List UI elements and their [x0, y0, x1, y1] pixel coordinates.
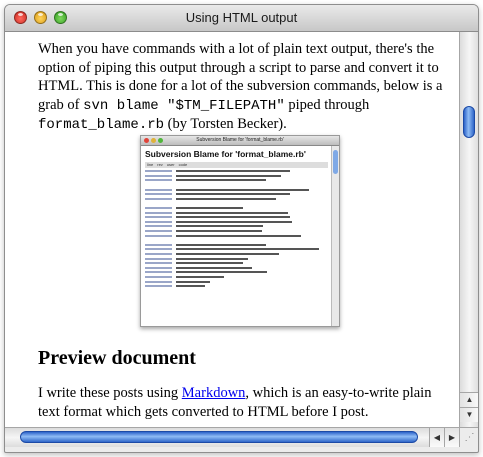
screenshot-heading: Subversion Blame for 'format_blame.rb' [145, 149, 306, 159]
screenshot-blame-meta [145, 193, 172, 196]
screenshot-scrollbar [331, 146, 339, 326]
screenshot-code-text [176, 230, 262, 233]
screenshot-code-text [176, 252, 279, 255]
screenshot-title-bar: Subversion Blame for 'format_blame.rb' [141, 136, 339, 146]
screenshot-blame-meta [145, 174, 172, 177]
screenshot-blame-meta [145, 285, 172, 288]
screenshot-code-text [176, 275, 224, 278]
scroll-down-arrow[interactable]: ▼ [460, 407, 478, 422]
screenshot-code-text [176, 266, 252, 269]
screenshot-col-line: line [147, 162, 154, 167]
screenshot-blame-meta [145, 211, 172, 214]
screenshot-blame-meta [145, 252, 172, 255]
screenshot-col-code: code [178, 162, 188, 167]
preview-text: I write these posts using [38, 385, 182, 401]
screenshot-blame-meta [145, 197, 172, 200]
preview-paragraph: I write these posts using Markdown, whic… [38, 384, 456, 421]
intro-paragraph: When you have commands with a lot of pla… [38, 40, 456, 135]
screenshot-code-text [176, 285, 205, 288]
screenshot-code-text [176, 243, 267, 246]
screenshot-code-text [176, 271, 268, 274]
svn-command-code: svn blame "$TM_FILEPATH" [83, 97, 285, 114]
script-name-code: format_blame.rb [38, 117, 165, 133]
screenshot-scroll-thumb [333, 150, 338, 174]
resize-grip-icon[interactable]: ⋰ [459, 427, 478, 447]
screenshot-blame-meta [145, 230, 172, 233]
screenshot-blame-meta [145, 225, 172, 228]
screenshot-blame-meta [145, 207, 172, 210]
horizontal-scroll-thumb[interactable] [20, 431, 418, 443]
intro-text-2: piped through [284, 96, 370, 113]
screenshot-code-text [176, 170, 290, 173]
screenshot-code-text [176, 220, 292, 223]
screenshot-blame-meta [145, 216, 172, 219]
screenshot-code-text [176, 248, 319, 251]
screenshot-code-text [176, 216, 290, 219]
screenshot-code-text [176, 174, 281, 177]
screenshot-code-text [176, 257, 249, 260]
horizontal-scrollbar[interactable]: ◀ ▶ [5, 427, 459, 447]
screenshot-code-text [176, 211, 289, 214]
section-heading: Preview document [38, 347, 196, 369]
screenshot-blame-meta [145, 271, 172, 274]
screenshot-code-text [176, 234, 302, 237]
screenshot-code-text [176, 193, 290, 196]
screenshot-blame-meta [145, 262, 172, 265]
screenshot-blame-meta [145, 280, 172, 283]
markdown-link[interactable]: Markdown [182, 385, 246, 401]
scroll-left-arrow[interactable]: ◀ [429, 428, 444, 447]
screenshot-code-text [176, 207, 243, 210]
screenshot-code-text [176, 280, 211, 283]
screenshot-col-user: user [166, 162, 175, 167]
screenshot-blame-meta [145, 275, 172, 278]
screenshot-blame-meta [145, 248, 172, 251]
screenshot-code-text [176, 262, 243, 265]
screenshot-code-text [176, 225, 264, 228]
screenshot-code-text [176, 188, 309, 191]
screenshot-column-headers: line rev user code [145, 162, 328, 168]
screenshot-blame-meta [145, 220, 172, 223]
screenshot-code-lines [145, 169, 328, 293]
intro-text-3: (by Torsten Becker). [164, 116, 287, 132]
vertical-scroll-thumb[interactable] [463, 106, 475, 138]
screenshot-code-line [145, 288, 328, 293]
screenshot-blame-meta [145, 170, 172, 173]
screenshot-col-rev: rev [157, 162, 163, 167]
screenshot-blame-meta [145, 243, 172, 246]
screenshot-blame-meta [145, 188, 172, 191]
blame-screenshot-image: Subversion Blame for 'format_blame.rb' S… [140, 135, 340, 327]
browser-window: Using HTML output When you have commands… [4, 4, 479, 453]
screenshot-body: Subversion Blame for 'format_blame.rb' l… [141, 146, 332, 326]
scroll-right-arrow[interactable]: ▶ [444, 428, 459, 447]
window-title: Using HTML output [185, 10, 298, 25]
screenshot-blame-meta [145, 234, 172, 237]
scroll-up-arrow[interactable]: ▲ [460, 392, 478, 407]
screenshot-blame-meta [145, 257, 172, 260]
screenshot-code-text [176, 197, 276, 200]
title-bar[interactable]: Using HTML output [5, 5, 478, 32]
screenshot-code-text [176, 179, 267, 182]
vertical-scrollbar[interactable]: ▲ ▼ [459, 32, 478, 427]
screenshot-blame-meta [145, 179, 172, 182]
screenshot-window-title: Subversion Blame for 'format_blame.rb' [196, 137, 284, 143]
screenshot-blame-meta [145, 266, 172, 269]
document-view: When you have commands with a lot of pla… [5, 32, 459, 427]
